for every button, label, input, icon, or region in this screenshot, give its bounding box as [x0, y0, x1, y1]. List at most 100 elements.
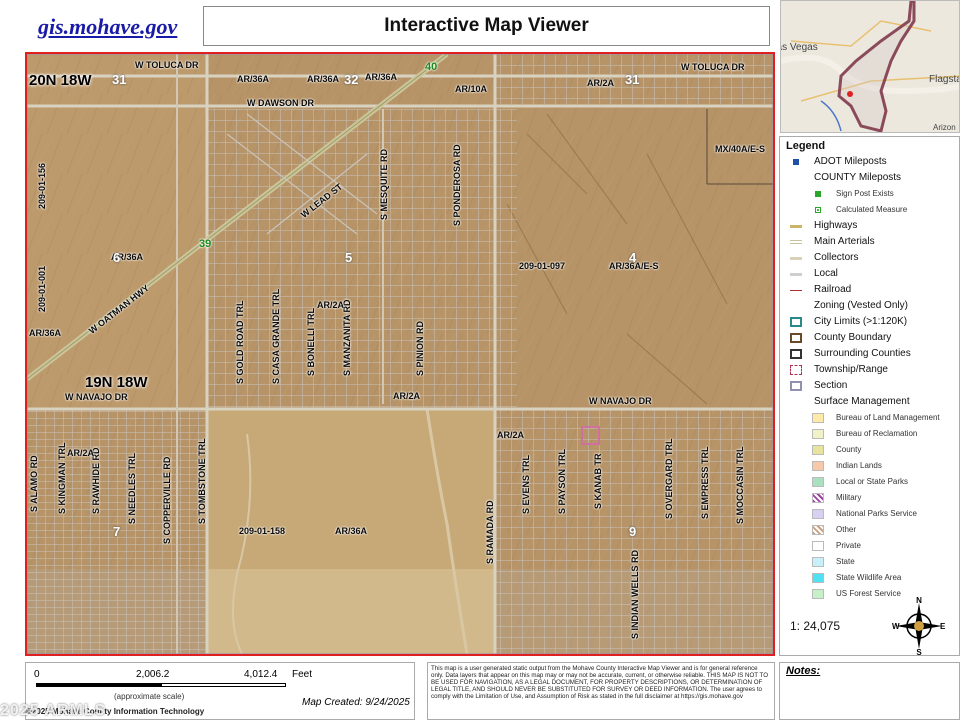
scale-approx-note: (approximate scale) [114, 692, 185, 701]
legend-swatch-icon [812, 493, 824, 503]
legend-item: Main Arterials [786, 234, 953, 250]
legend-item-label: County [836, 445, 862, 454]
legend-swatch-icon [812, 525, 824, 535]
section-label: 4 [629, 250, 637, 265]
zoning-label: AR/36A [365, 72, 398, 82]
road-label-kingman: S KINGMAN TRL [57, 442, 67, 515]
milepost-label: 39 [199, 238, 212, 250]
site-logo-link[interactable]: gis.mohave.gov [38, 14, 177, 40]
road-label-evens: S EVENS TRL [521, 454, 531, 514]
legend-swatch-icon [812, 573, 824, 583]
section-label: 32 [344, 72, 359, 87]
milepost-label: 40 [425, 61, 438, 73]
road-label-payson: S PAYSON TRL [557, 448, 567, 514]
zoning-label: AR/2A [497, 430, 525, 440]
legend-item: Surrounding Counties [786, 346, 953, 362]
legend-item: Zoning (Vested Only) [786, 298, 953, 314]
main-map[interactable]: 20N 18W 19N 18W W TOLUCA DR W TOLUCA DR … [25, 52, 775, 656]
legend-item-label: National Parks Service [836, 509, 917, 518]
legend-item-label: Main Arterials [814, 236, 875, 247]
legend-item: Military [786, 490, 953, 506]
parcel-label: 209-01-097 [519, 261, 566, 271]
legend-swatch-icon [812, 589, 824, 599]
legend-swatch-icon [812, 477, 824, 487]
road-label-bonelli: S BONELLI TRL [306, 308, 316, 376]
legend-swatch-icon [790, 333, 802, 343]
zoning-label: AR/10A [455, 84, 488, 94]
legend-item: Private [786, 538, 953, 554]
legend-item-label: Local [814, 268, 838, 279]
legend-swatch-icon [815, 207, 821, 213]
compass-e: E [940, 622, 946, 631]
legend-item-label: Surface Management [814, 396, 910, 407]
legend-item: ADOT Mileposts [786, 154, 953, 170]
legend-item: Bureau of Land Management [786, 410, 953, 426]
road-label-ponderosa: S PONDEROSA RD [452, 144, 462, 226]
scale-unit: Feet [292, 669, 313, 680]
legend-swatch-icon [790, 317, 802, 327]
legend-swatch-icon [790, 290, 802, 291]
disclaimer-text: This map is a user generated static outp… [427, 662, 775, 720]
legend-item: Surface Management [786, 394, 953, 410]
road-label-indian-wells: S INDIAN WELLS RD [630, 550, 640, 639]
legend-item: Section [786, 378, 953, 394]
legend-swatch-icon [790, 381, 802, 391]
zoning-label: AR/36A [237, 74, 270, 84]
legend-item-label: Bureau of Land Management [836, 413, 940, 422]
road-label-moccasin: S MOCCASIN TRL [735, 446, 745, 525]
legend-item: State Wildlife Area [786, 570, 953, 586]
parcel-label: 209-01-156 [37, 162, 47, 209]
overview-label-arizona: Arizon [933, 123, 956, 132]
legend-item-label: State [836, 557, 855, 566]
township-label-20n: 20N 18W [29, 72, 92, 89]
legend-item-label: Military [836, 493, 862, 502]
compass-s: S [916, 648, 922, 655]
parcel-label: 209-01-158 [239, 526, 286, 536]
parcel-label: 209-01-001 [37, 265, 47, 312]
section-label: 9 [629, 524, 637, 539]
legend-item-label: Other [836, 525, 857, 534]
legend-swatch-icon [793, 159, 799, 165]
township-label-19n: 19N 18W [85, 374, 148, 391]
legend-swatch-icon [790, 365, 802, 375]
road-label-toluca-east: W TOLUCA DR [681, 62, 745, 72]
legend-item-label: Railroad [814, 284, 852, 295]
legend-item-label: Sign Post Exists [836, 189, 894, 198]
legend-item-label: City Limits (>1:120K) [814, 316, 908, 327]
legend-swatch-icon [812, 429, 824, 439]
legend-item: Bureau of Reclamation [786, 426, 953, 442]
zoning-label: AR/36A [335, 526, 368, 536]
overview-map: Las Vegas Flagstaff Arizon [780, 0, 960, 133]
legend-item: COUNTY Mileposts [786, 170, 953, 186]
legend-item-label: Township/Range [814, 364, 888, 375]
legend-item: County [786, 442, 953, 458]
legend-item: Local or State Parks [786, 474, 953, 490]
legend-item: National Parks Service [786, 506, 953, 522]
legend-item: Railroad [786, 282, 953, 298]
road-label-empress: S EMPRESS TRL [700, 446, 710, 519]
zoning-label: MX/40A/E-S [715, 144, 766, 154]
main-map-graphic [27, 54, 773, 654]
legend-title: Legend [786, 140, 826, 152]
road-label-overgard: S OVERGARD TRL [664, 438, 674, 519]
legend-item: Calculated Measure [786, 202, 953, 218]
legend-item-label: Bureau of Reclamation [836, 429, 918, 438]
legend-item: Township/Range [786, 362, 953, 378]
road-label-casa-grande: S CASA GRANDE TRL [271, 288, 281, 384]
compass-w: W [892, 622, 900, 631]
legend-item-label: Section [814, 380, 848, 391]
page-title: Interactive Map Viewer [203, 6, 770, 46]
road-label-kanab: S KANAB TR [593, 453, 603, 510]
section-label: 6 [113, 250, 121, 265]
scale-max: 4,012.4 [244, 669, 278, 680]
section-label: 31 [112, 72, 127, 87]
road-label-manzanita: S MANZANITA RD [342, 299, 352, 377]
legend-item: City Limits (>1:120K) [786, 314, 953, 330]
map-printout: gis.mohave.gov Interactive Map Viewer La… [0, 0, 960, 720]
legend-swatch-icon [790, 240, 802, 244]
section-label: 7 [113, 524, 121, 539]
road-label-toluca-west: W TOLUCA DR [135, 60, 199, 70]
legend-swatch-icon [812, 461, 824, 471]
legend-item-label: Private [836, 541, 861, 550]
legend-item-label: COUNTY Mileposts [814, 172, 902, 183]
